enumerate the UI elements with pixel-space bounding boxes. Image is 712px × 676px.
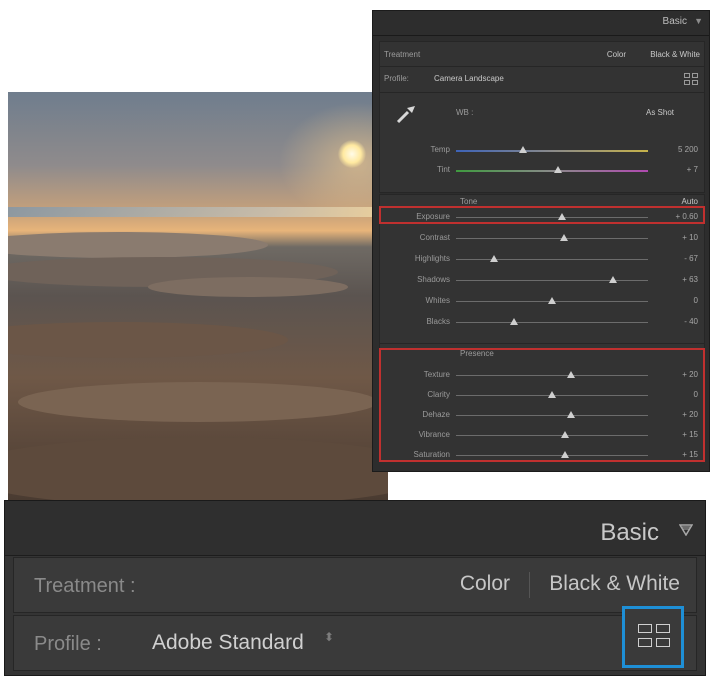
treatment-label: Treatment : — [34, 575, 136, 597]
treatment-bw-option[interactable]: Black & White — [650, 50, 700, 59]
profile-dropdown[interactable]: Adobe Standard — [152, 631, 304, 655]
slider-track[interactable] — [456, 318, 648, 325]
wb-label: WB : — [456, 108, 474, 117]
panel-header[interactable]: Basic — [5, 501, 705, 556]
slider-thumb[interactable] — [609, 276, 618, 283]
temp-track[interactable] — [456, 146, 648, 153]
treatment-color-option[interactable]: Color — [460, 572, 510, 596]
slider-thumb[interactable] — [509, 318, 518, 325]
slider-value[interactable]: 5 200 — [678, 145, 698, 154]
treatment-wb-section: Treatment Color Black & White Profile: C… — [379, 41, 705, 193]
treatment-color-option[interactable]: Color — [607, 50, 626, 59]
slider-label: Contrast — [419, 233, 450, 242]
profile-browser-grid-icon[interactable] — [684, 73, 698, 85]
treatment-row: Treatment : Color Black & White — [13, 557, 697, 613]
slider-thumb[interactable] — [559, 234, 568, 241]
profile-browser-grid-icon[interactable] — [622, 606, 684, 668]
updown-arrows-icon[interactable]: ⬍ — [324, 631, 334, 643]
divider — [380, 343, 704, 344]
slider-label: Shadows — [417, 275, 450, 284]
sand-bank — [8, 322, 288, 358]
slider-label: Whites — [425, 296, 450, 305]
slider-track[interactable] — [456, 234, 648, 241]
slider-value[interactable]: + 7 — [687, 165, 698, 174]
exposure-highlight-box — [379, 206, 705, 224]
sea-horizon — [8, 207, 388, 217]
profile-dropdown[interactable]: Camera Landscape — [434, 74, 504, 83]
wb-dropdown[interactable]: As Shot — [646, 108, 674, 117]
presence-highlight-box — [379, 348, 705, 462]
grid-cell — [638, 638, 652, 647]
grid-cell — [638, 624, 652, 633]
eyedropper-icon[interactable] — [394, 102, 418, 126]
slider-value[interactable]: - 67 — [684, 254, 698, 263]
slider-value[interactable]: 0 — [694, 296, 698, 305]
divider — [380, 66, 704, 67]
slider-label: Temp — [430, 145, 450, 154]
whites-slider[interactable]: Whites 0 — [380, 293, 704, 309]
panel-title: Basic — [662, 16, 687, 27]
treatment-label: Treatment — [384, 50, 421, 59]
highlights-slider[interactable]: Highlights - 67 — [380, 251, 704, 267]
temp-slider[interactable]: Temp 5 200 — [380, 142, 704, 158]
slider-thumb[interactable] — [519, 146, 528, 153]
slider-thumb[interactable] — [553, 166, 562, 173]
slider-label: Tint — [436, 165, 450, 174]
tint-slider[interactable]: Tint + 7 — [380, 162, 704, 178]
slider-track[interactable] — [456, 255, 648, 262]
treatment-bw-option[interactable]: Black & White — [549, 572, 680, 596]
contrast-slider[interactable]: Contrast + 10 — [380, 230, 704, 246]
sand-bank — [8, 437, 388, 500]
sand-bank — [148, 277, 348, 297]
panel-title: Basic — [600, 519, 659, 546]
divider — [529, 572, 530, 598]
profile-row: Profile : Adobe Standard ⬍ — [13, 606, 697, 671]
profile-label: Profile : — [34, 633, 102, 655]
grid-cell — [656, 624, 670, 633]
blacks-slider[interactable]: Blacks - 40 — [380, 314, 704, 330]
divider — [380, 92, 704, 93]
grid-cell — [656, 638, 670, 647]
auto-button[interactable]: Auto — [682, 197, 698, 206]
landscape-photo — [8, 92, 388, 500]
panel-header[interactable]: Basic ▼ — [373, 11, 709, 36]
slider-label: Highlights — [414, 254, 450, 263]
profile-row: Profile: Camera Landscape — [380, 70, 704, 88]
panel-collapse-icon[interactable] — [678, 523, 694, 537]
sand-bank — [18, 382, 378, 422]
slider-value[interactable]: + 10 — [682, 233, 698, 242]
profile-label: Profile: — [384, 74, 409, 83]
tint-track[interactable] — [456, 166, 648, 173]
tone-label: Tone — [460, 197, 478, 206]
wb-row: WB : As Shot — [380, 102, 704, 128]
basic-panel-small: Basic ▼ Treatment Color Black & White Pr… — [372, 10, 710, 472]
slider-thumb[interactable] — [490, 255, 499, 262]
slider-value[interactable]: + 63 — [682, 275, 698, 284]
slider-track[interactable] — [456, 276, 648, 283]
basic-panel-large: Basic Treatment : Color Black & White Pr… — [4, 500, 706, 676]
panel-collapse-icon[interactable]: ▼ — [694, 16, 703, 26]
shadows-slider[interactable]: Shadows + 63 — [380, 272, 704, 288]
sun — [338, 140, 366, 168]
sand-bank — [8, 232, 268, 258]
slider-value[interactable]: - 40 — [684, 317, 698, 326]
slider-thumb[interactable] — [548, 297, 556, 304]
slider-track[interactable] — [456, 297, 648, 304]
treatment-row: Treatment Color Black & White — [380, 48, 704, 62]
slider-label: Blacks — [426, 317, 450, 326]
